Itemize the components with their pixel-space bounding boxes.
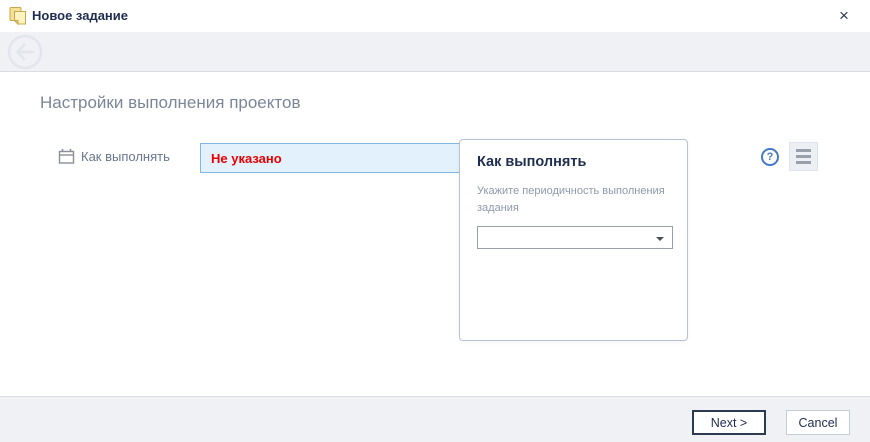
footer-bar: Next > Cancel: [0, 396, 870, 442]
hamburger-icon: [796, 149, 811, 152]
how-to-execute-popup: Как выполнять Укажите периодичность выпо…: [459, 139, 688, 341]
task-notes-icon: [8, 6, 28, 26]
question-mark-icon: ?: [767, 151, 774, 163]
popup-description: Укажите периодичность выполнения задания: [477, 183, 677, 217]
cancel-button[interactable]: Cancel: [786, 410, 850, 435]
setting-row-how-to-execute: Как выполнять Не указано: [0, 143, 870, 173]
popup-title: Как выполнять: [477, 154, 671, 170]
menu-button[interactable]: [789, 142, 818, 171]
help-button[interactable]: ?: [761, 148, 779, 166]
window-title: Новое задание: [32, 8, 128, 23]
setting-value-not-specified: Не указано: [211, 151, 282, 166]
back-button[interactable]: [7, 34, 43, 70]
periodicity-combobox[interactable]: [477, 226, 673, 249]
title-bar: Новое задание ×: [0, 0, 870, 32]
how-to-execute-field[interactable]: Не указано: [200, 143, 460, 173]
wizard-page: Настройки выполнения проектов Как выполн…: [0, 73, 870, 396]
next-button[interactable]: Next >: [692, 410, 766, 435]
calendar-icon: [58, 148, 75, 165]
page-title: Настройки выполнения проектов: [40, 93, 300, 113]
toolbar: [0, 32, 870, 72]
chevron-down-icon: [656, 237, 664, 241]
new-task-dialog: Новое задание × Настройки выполнения про…: [0, 0, 870, 442]
close-button[interactable]: ×: [832, 4, 856, 28]
setting-label: Как выполнять: [81, 149, 170, 164]
